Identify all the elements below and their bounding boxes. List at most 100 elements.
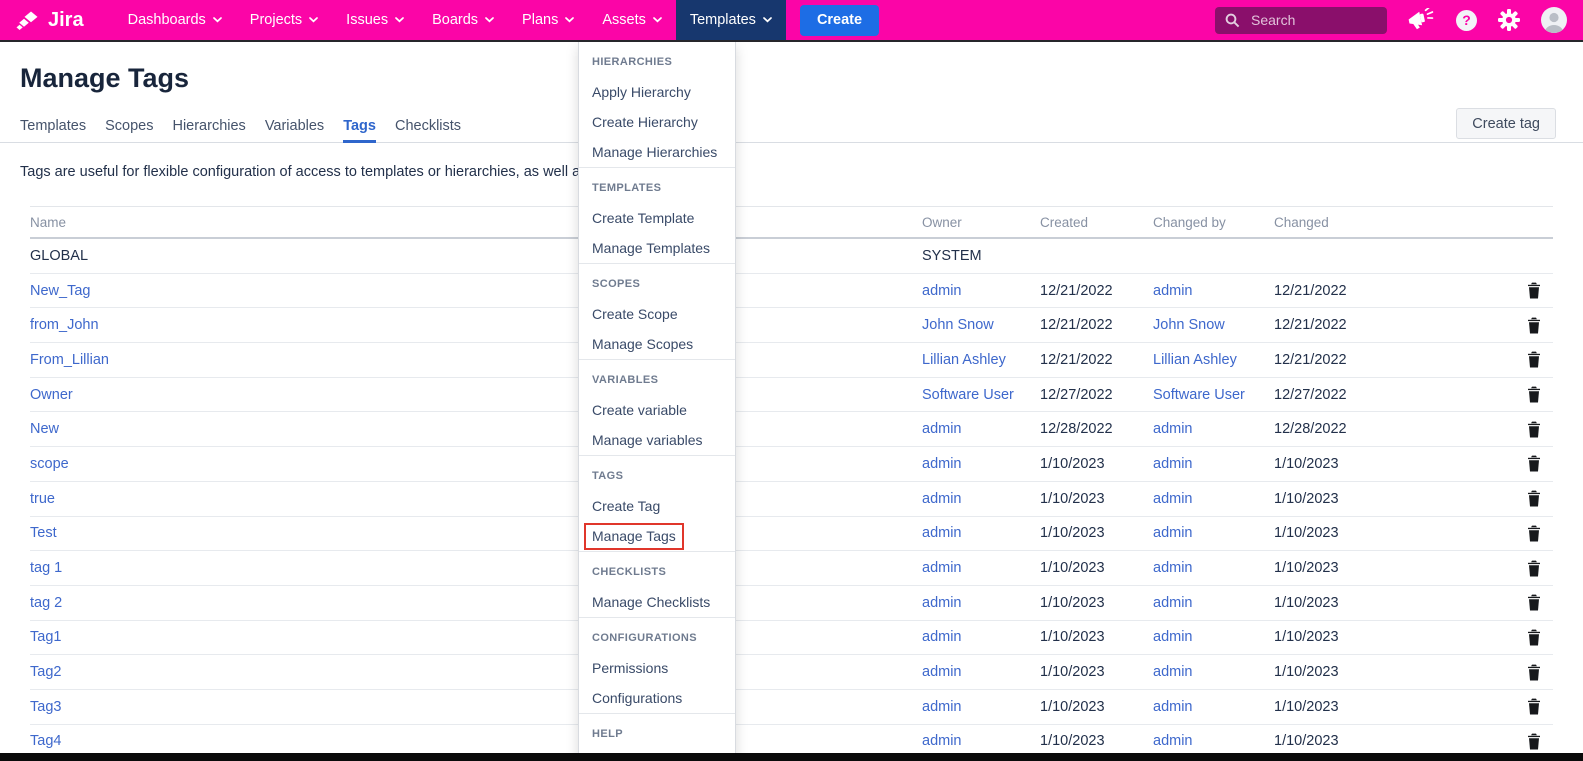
changed-by-link[interactable]: admin: [1153, 560, 1274, 576]
owner-link[interactable]: admin: [922, 595, 1040, 611]
menu-item-manage-tags[interactable]: Manage Tags: [579, 521, 735, 551]
owner-link[interactable]: John Snow: [922, 317, 1040, 333]
owner-link[interactable]: admin: [922, 699, 1040, 715]
tag-name-link[interactable]: Tag1: [30, 629, 922, 645]
owner-link[interactable]: admin: [922, 525, 1040, 541]
tag-name: GLOBAL: [30, 248, 922, 264]
changed-by-link[interactable]: admin: [1153, 699, 1274, 715]
tab-variables[interactable]: Variables: [265, 118, 324, 143]
delete-tag-button[interactable]: [1527, 525, 1541, 542]
nav-item-projects[interactable]: Projects: [236, 0, 332, 40]
search-box[interactable]: [1215, 7, 1387, 34]
tag-name-link[interactable]: from_John: [30, 317, 922, 333]
chevron-down-icon: [565, 17, 574, 23]
trash-icon: [1527, 386, 1541, 403]
tag-name-link[interactable]: scope: [30, 456, 922, 472]
delete-tag-button[interactable]: [1527, 664, 1541, 681]
menu-item-create-scope[interactable]: Create Scope: [579, 299, 735, 329]
nav-item-plans[interactable]: Plans: [508, 0, 588, 40]
tab-templates[interactable]: Templates: [20, 118, 86, 143]
delete-tag-button[interactable]: [1527, 282, 1541, 299]
tag-name-link[interactable]: Tag3: [30, 699, 922, 715]
changed-by-link[interactable]: admin: [1153, 595, 1274, 611]
menu-item-manage-checklists[interactable]: Manage Checklists: [579, 587, 735, 617]
tag-name-link[interactable]: true: [30, 491, 922, 507]
owner-link[interactable]: admin: [922, 421, 1040, 437]
menu-item-create-variable[interactable]: Create variable: [579, 395, 735, 425]
menu-section-header-hierarchies: HIERARCHIES: [579, 47, 735, 77]
delete-tag-button[interactable]: [1527, 421, 1541, 438]
changed-by-link[interactable]: admin: [1153, 283, 1274, 299]
owner-link[interactable]: admin: [922, 283, 1040, 299]
menu-item-manage-templates[interactable]: Manage Templates: [579, 233, 735, 263]
owner-link[interactable]: admin: [922, 491, 1040, 507]
delete-tag-button[interactable]: [1527, 698, 1541, 715]
user-avatar[interactable]: [1541, 7, 1567, 33]
tab-scopes[interactable]: Scopes: [105, 118, 153, 143]
menu-item-create-template[interactable]: Create Template: [579, 203, 735, 233]
tag-name-link[interactable]: Test: [30, 525, 922, 541]
menu-item-create-hierarchy[interactable]: Create Hierarchy: [579, 107, 735, 137]
owner-link[interactable]: admin: [922, 456, 1040, 472]
menu-item-permissions[interactable]: Permissions: [579, 653, 735, 683]
tag-name-link[interactable]: Tag2: [30, 664, 922, 680]
nav-item-boards[interactable]: Boards: [418, 0, 508, 40]
owner-link[interactable]: admin: [922, 664, 1040, 680]
tag-name-link[interactable]: New_Tag: [30, 283, 922, 299]
create-button[interactable]: Create: [800, 5, 879, 36]
delete-tag-button[interactable]: [1527, 733, 1541, 750]
changed-by-link[interactable]: Lillian Ashley: [1153, 352, 1274, 368]
tab-tags[interactable]: Tags: [343, 118, 376, 143]
tag-name-link[interactable]: Tag4: [30, 733, 922, 749]
tag-name-link[interactable]: Owner: [30, 387, 922, 403]
tag-name-link[interactable]: New: [30, 421, 922, 437]
menu-item-label: Create Tag: [592, 491, 660, 521]
tag-name-link[interactable]: From_Lillian: [30, 352, 922, 368]
search-icon: [1225, 13, 1240, 28]
create-tag-button[interactable]: Create tag: [1456, 108, 1556, 139]
tag-name-link[interactable]: tag 2: [30, 595, 922, 611]
menu-item-configurations[interactable]: Configurations: [579, 683, 735, 713]
help-icon[interactable]: ?: [1456, 10, 1477, 31]
nav-item-assets[interactable]: Assets: [588, 0, 676, 40]
changed-by-link[interactable]: admin: [1153, 421, 1274, 437]
jira-logo[interactable]: Jira: [16, 8, 84, 33]
nav-item-templates[interactable]: Templates: [676, 0, 786, 40]
tab-hierarchies[interactable]: Hierarchies: [172, 118, 245, 143]
settings-button[interactable]: [1498, 9, 1520, 31]
delete-tag-button[interactable]: [1527, 560, 1541, 577]
changed-by-link[interactable]: John Snow: [1153, 317, 1274, 333]
changed-by-link[interactable]: admin: [1153, 491, 1274, 507]
menu-item-manage-variables[interactable]: Manage variables: [579, 425, 735, 455]
delete-tag-button[interactable]: [1527, 629, 1541, 646]
changed-by-link[interactable]: admin: [1153, 456, 1274, 472]
delete-tag-button[interactable]: [1527, 594, 1541, 611]
changed-by-link[interactable]: admin: [1153, 629, 1274, 645]
tag-name-link[interactable]: tag 1: [30, 560, 922, 576]
changed-by-link[interactable]: Software User: [1153, 387, 1274, 403]
owner-link[interactable]: Lillian Ashley: [922, 352, 1040, 368]
tab-checklists[interactable]: Checklists: [395, 118, 461, 143]
menu-item-apply-hierarchy[interactable]: Apply Hierarchy: [579, 77, 735, 107]
delete-tag-button[interactable]: [1527, 386, 1541, 403]
changed-date: 1/10/2023: [1274, 664, 1515, 680]
delete-tag-button[interactable]: [1527, 455, 1541, 472]
nav-item-dashboards[interactable]: Dashboards: [114, 0, 236, 40]
owner-link[interactable]: admin: [922, 733, 1040, 749]
owner-link[interactable]: Software User: [922, 387, 1040, 403]
delete-tag-button[interactable]: [1527, 317, 1541, 334]
search-input[interactable]: [1249, 11, 1374, 29]
menu-item-create-tag[interactable]: Create Tag: [579, 491, 735, 521]
changed-by-link[interactable]: admin: [1153, 525, 1274, 541]
owner-link[interactable]: admin: [922, 629, 1040, 645]
changed-by-link[interactable]: admin: [1153, 733, 1274, 749]
trash-icon: [1527, 282, 1541, 299]
changed-by-link[interactable]: admin: [1153, 664, 1274, 680]
delete-tag-button[interactable]: [1527, 490, 1541, 507]
announcements-button[interactable]: [1408, 8, 1435, 32]
owner-link[interactable]: admin: [922, 560, 1040, 576]
menu-item-manage-hierarchies[interactable]: Manage Hierarchies: [579, 137, 735, 167]
nav-item-issues[interactable]: Issues: [332, 0, 418, 40]
delete-tag-button[interactable]: [1527, 351, 1541, 368]
menu-item-manage-scopes[interactable]: Manage Scopes: [579, 329, 735, 359]
